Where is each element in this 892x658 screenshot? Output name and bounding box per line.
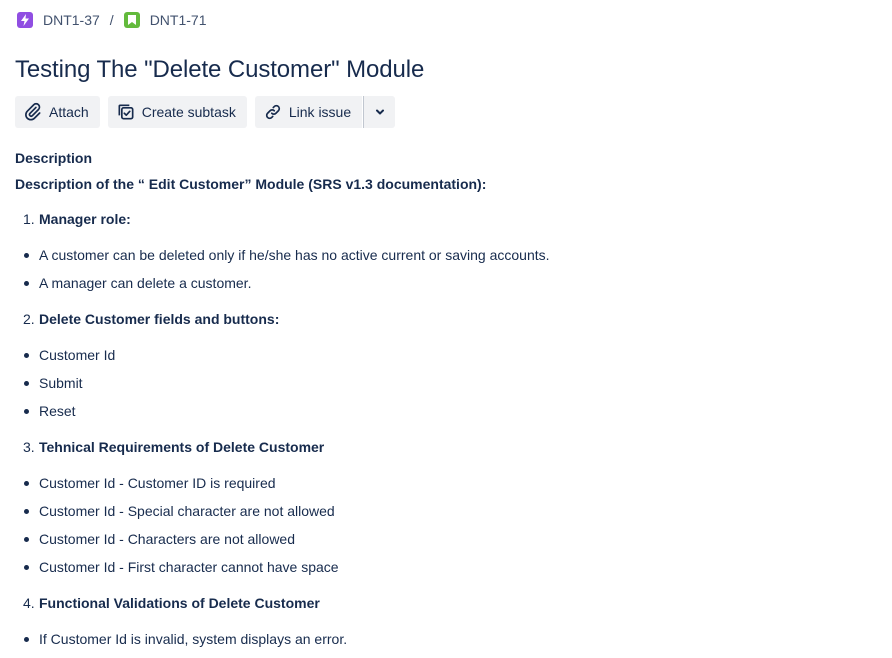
list-item: Customer Id (15, 345, 875, 365)
breadcrumb-parent-key: DNT1-37 (43, 12, 100, 28)
section-number: 2. (23, 311, 35, 327)
link-issue-button-group: Link issue (254, 96, 396, 128)
paperclip-icon (25, 102, 41, 121)
create-subtask-button[interactable]: Create subtask (107, 96, 247, 128)
description-intro: Description of the “ Edit Customer” Modu… (15, 176, 487, 192)
list-item: Customer Id - Special character are not … (15, 501, 875, 521)
section-heading: Functional Validations of Delete Custome… (39, 595, 320, 611)
list-item: A manager can delete a customer. (15, 273, 875, 293)
list-item: Reset (15, 401, 875, 421)
section-title: 1. Manager role: (15, 209, 875, 229)
breadcrumb-current-key: DNT1-71 (149, 12, 207, 28)
bullet-list: If Customer Id is invalid, system displa… (15, 629, 875, 649)
list-item: Customer Id - Customer ID is required (15, 473, 875, 493)
link-issue-label: Link issue (288, 104, 352, 120)
subtask-icon (118, 104, 134, 120)
link-icon (265, 104, 280, 120)
section-title: 3. Tehnical Requirements of Delete Custo… (15, 437, 875, 457)
section-title: 4. Functional Validations of Delete Cust… (15, 593, 875, 613)
attach-button[interactable]: Attach (15, 96, 100, 128)
section-title: 2. Delete Customer fields and buttons: (15, 309, 875, 329)
description-body[interactable]: Description of the “ Edit Customer” Modu… (15, 175, 875, 649)
breadcrumb-parent-link[interactable]: DNT1-37 (17, 12, 100, 28)
bullet-list: Customer Id Submit Reset (15, 345, 875, 421)
description-section-3: 3. Tehnical Requirements of Delete Custo… (15, 437, 875, 577)
list-item: Customer Id - Characters are not allowed (15, 529, 875, 549)
story-bookmark-icon (123, 12, 140, 28)
list-item: If Customer Id is invalid, system displa… (15, 629, 875, 649)
description-section-2: 2. Delete Customer fields and buttons: C… (15, 309, 875, 421)
section-heading: Tehnical Requirements of Delete Customer (39, 439, 325, 455)
section-heading: Delete Customer fields and buttons: (39, 311, 280, 327)
issue-action-toolbar: Attach Create subtask Link issue (15, 96, 396, 128)
breadcrumb-separator: / (109, 12, 114, 28)
issue-title[interactable]: Testing The "Delete Customer" Module (15, 56, 424, 84)
link-issue-button[interactable]: Link issue (254, 96, 363, 128)
section-number: 3. (23, 439, 35, 455)
chevron-down-icon (375, 109, 384, 115)
breadcrumb-current-link[interactable]: DNT1-71 (123, 12, 207, 28)
epic-lightning-icon (17, 12, 33, 28)
section-number: 1. (23, 211, 35, 227)
description-section-4: 4. Functional Validations of Delete Cust… (15, 593, 875, 649)
more-actions-dropdown-button[interactable] (363, 96, 396, 128)
list-item: A customer can be deleted only if he/she… (15, 245, 875, 265)
bullet-list: Customer Id - Customer ID is required Cu… (15, 473, 875, 577)
section-number: 4. (23, 595, 35, 611)
list-item: Submit (15, 373, 875, 393)
bullet-list: A customer can be deleted only if he/she… (15, 245, 875, 293)
description-section-1: 1. Manager role: A customer can be delet… (15, 209, 875, 293)
description-heading: Description (15, 150, 93, 166)
create-subtask-label: Create subtask (141, 104, 236, 120)
list-item: Customer Id - First character cannot hav… (15, 557, 875, 577)
breadcrumb: DNT1-37 / DNT1-71 (17, 10, 206, 30)
issue-detail-page: DNT1-37 / DNT1-71 Testing The "Delete Cu… (0, 0, 892, 658)
attach-label: Attach (49, 104, 89, 120)
section-heading: Manager role: (39, 211, 131, 227)
